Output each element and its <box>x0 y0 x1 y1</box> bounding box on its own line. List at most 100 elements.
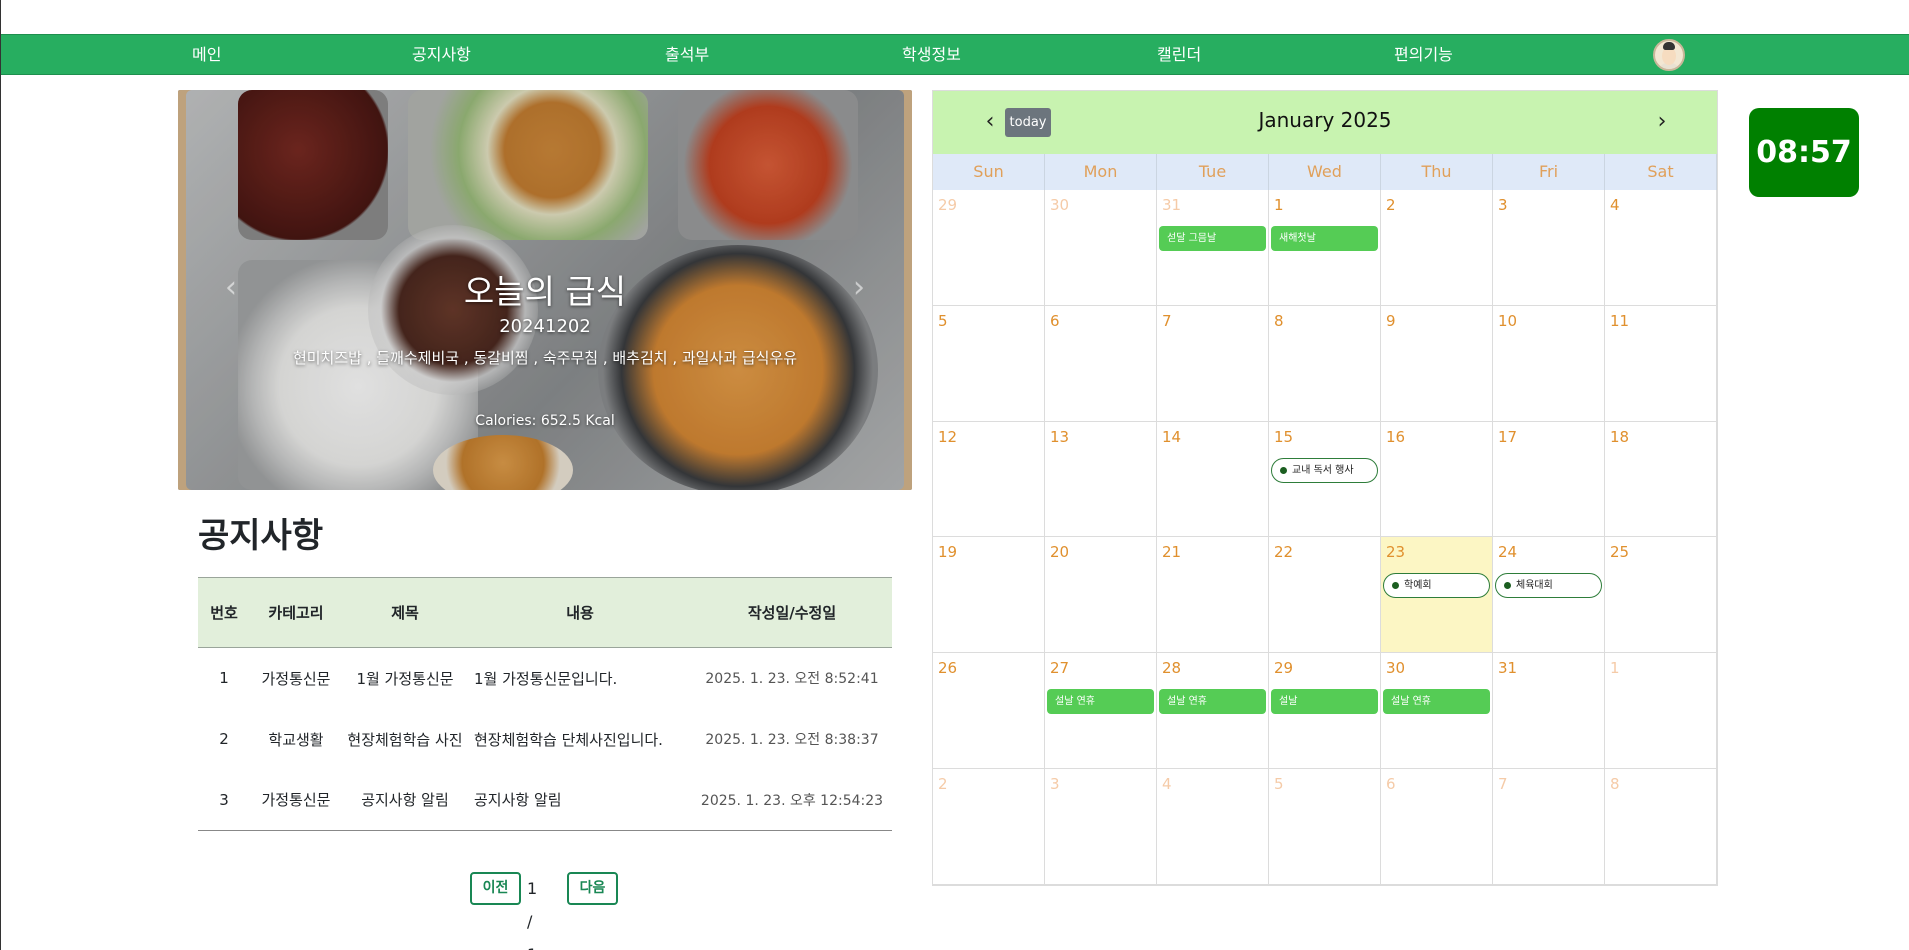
day-number[interactable]: 7 <box>1162 312 1172 330</box>
day-number[interactable]: 31 <box>1498 659 1517 677</box>
day-number[interactable]: 21 <box>1162 543 1181 561</box>
calendar-day-cell[interactable]: 17 <box>1493 421 1605 538</box>
day-number[interactable]: 4 <box>1162 775 1172 793</box>
day-number[interactable]: 5 <box>1274 775 1284 793</box>
next-page-button[interactable]: 다음 <box>567 872 618 905</box>
day-number[interactable]: 2 <box>938 775 948 793</box>
table-row[interactable]: 3 가정통신문 공지사항 알림 공지사항 알림 2025. 1. 23. 오후 … <box>198 769 892 831</box>
day-number[interactable]: 19 <box>938 543 957 561</box>
calendar-day-cell[interactable]: 8 <box>1605 769 1717 885</box>
day-number[interactable]: 17 <box>1498 428 1517 446</box>
calendar-day-cell[interactable]: 5 <box>933 305 1045 422</box>
day-number[interactable]: 1 <box>1610 659 1620 677</box>
calendar-event[interactable]: 체육대회 <box>1495 573 1602 599</box>
calendar-day-cell[interactable]: 2 <box>933 769 1045 885</box>
day-number[interactable]: 23 <box>1386 543 1405 561</box>
day-number[interactable]: 31 <box>1162 196 1181 214</box>
calendar-day-cell[interactable]: 6 <box>1381 769 1493 885</box>
calendar-day-cell[interactable]: 31 섣달 그믐날 <box>1157 190 1269 306</box>
calendar-day-cell[interactable]: 7 <box>1493 769 1605 885</box>
cell-subject[interactable]: 현장체험학습 사진 <box>342 709 468 770</box>
nav-item-calendar[interactable]: 캘린더 <box>1157 35 1201 76</box>
calendar-day-cell[interactable]: 11 <box>1605 305 1717 422</box>
nav-item-student-info[interactable]: 학생정보 <box>902 35 961 76</box>
cell-subject[interactable]: 공지사항 알림 <box>342 769 468 831</box>
calendar-day-cell[interactable]: 18 <box>1605 421 1717 538</box>
calendar-day-cell[interactable]: 1 새해첫날 <box>1269 190 1381 306</box>
day-number[interactable]: 1 <box>1274 196 1284 214</box>
calendar-day-cell[interactable]: 10 <box>1493 305 1605 422</box>
day-number[interactable]: 4 <box>1610 196 1620 214</box>
calendar-day-cell[interactable]: 26 <box>933 653 1045 769</box>
day-number[interactable]: 27 <box>1050 659 1069 677</box>
day-number[interactable]: 2 <box>1386 196 1396 214</box>
day-number[interactable]: 25 <box>1610 543 1629 561</box>
chevron-right-icon[interactable]: › <box>1649 109 1675 135</box>
calendar-event[interactable]: 설날 <box>1271 689 1378 715</box>
calendar-event[interactable]: 설날 연휴 <box>1159 689 1266 715</box>
day-number[interactable]: 7 <box>1498 775 1508 793</box>
day-number[interactable]: 6 <box>1050 312 1060 330</box>
day-number[interactable]: 5 <box>938 312 948 330</box>
calendar-event[interactable]: 교내 독서 행사 <box>1271 457 1378 483</box>
calendar-day-cell[interactable]: 4 <box>1157 769 1269 885</box>
calendar-day-cell[interactable]: 3 <box>1493 190 1605 306</box>
nav-item-main[interactable]: 메인 <box>192 35 221 76</box>
calendar-day-cell[interactable]: 31 <box>1493 653 1605 769</box>
calendar-day-cell[interactable]: 3 <box>1045 769 1157 885</box>
calendar-day-cell[interactable]: 4 <box>1605 190 1717 306</box>
calendar-day-cell[interactable]: 7 <box>1157 305 1269 422</box>
day-number[interactable]: 8 <box>1610 775 1620 793</box>
nav-item-attendance[interactable]: 출석부 <box>665 35 709 76</box>
calendar-event[interactable]: 학예회 <box>1383 573 1490 599</box>
day-number[interactable]: 3 <box>1498 196 1508 214</box>
calendar-day-cell[interactable]: 27 설날 연휴 <box>1045 653 1157 769</box>
calendar-day-cell[interactable]: 29 설날 <box>1269 653 1381 769</box>
day-number[interactable]: 20 <box>1050 543 1069 561</box>
day-number[interactable]: 8 <box>1274 312 1284 330</box>
calendar-event[interactable]: 설날 연휴 <box>1383 689 1490 715</box>
day-number[interactable]: 13 <box>1050 428 1069 446</box>
calendar-day-cell[interactable]: 6 <box>1045 305 1157 422</box>
day-number[interactable]: 16 <box>1386 428 1405 446</box>
day-number[interactable]: 11 <box>1610 312 1629 330</box>
calendar-day-cell[interactable]: 30 설날 연휴 <box>1381 653 1493 769</box>
day-number[interactable]: 15 <box>1274 428 1293 446</box>
calendar-day-cell[interactable]: 23 학예회 <box>1381 537 1493 654</box>
day-number[interactable]: 29 <box>1274 659 1293 677</box>
calendar-day-cell[interactable]: 15 교내 독서 행사 <box>1269 421 1381 538</box>
nav-item-utilities[interactable]: 편의기능 <box>1394 35 1453 76</box>
day-number[interactable]: 22 <box>1274 543 1293 561</box>
calendar-day-cell[interactable]: 14 <box>1157 421 1269 538</box>
day-number[interactable]: 29 <box>938 196 957 214</box>
calendar-day-cell[interactable]: 12 <box>933 421 1045 538</box>
day-number[interactable]: 6 <box>1386 775 1396 793</box>
calendar-day-cell[interactable]: 19 <box>933 537 1045 654</box>
day-number[interactable]: 10 <box>1498 312 1517 330</box>
day-number[interactable]: 30 <box>1050 196 1069 214</box>
cell-subject[interactable]: 1월 가정통신문 <box>342 648 468 709</box>
table-row[interactable]: 2 학교생활 현장체험학습 사진 현장체험학습 단체사진입니다. 2025. 1… <box>198 709 892 770</box>
calendar-day-cell[interactable]: 29 <box>933 190 1045 306</box>
calendar-day-cell[interactable]: 30 <box>1045 190 1157 306</box>
prev-page-button[interactable]: 이전 <box>470 872 521 905</box>
day-number[interactable]: 24 <box>1498 543 1517 561</box>
calendar-day-cell[interactable]: 28 설날 연휴 <box>1157 653 1269 769</box>
calendar-event[interactable]: 새해첫날 <box>1271 226 1378 251</box>
calendar-day-cell[interactable]: 21 <box>1157 537 1269 654</box>
calendar-day-cell[interactable]: 24 체육대회 <box>1493 537 1605 654</box>
day-number[interactable]: 30 <box>1386 659 1405 677</box>
day-number[interactable]: 26 <box>938 659 957 677</box>
chevron-left-icon[interactable]: ‹ <box>218 268 244 308</box>
day-number[interactable]: 3 <box>1050 775 1060 793</box>
calendar-day-cell[interactable]: 22 <box>1269 537 1381 654</box>
calendar-day-cell[interactable]: 5 <box>1269 769 1381 885</box>
calendar-day-cell[interactable]: 1 <box>1605 653 1717 769</box>
calendar-day-cell[interactable]: 20 <box>1045 537 1157 654</box>
day-number[interactable]: 12 <box>938 428 957 446</box>
calendar-event[interactable]: 섣달 그믐날 <box>1159 226 1266 251</box>
calendar-day-cell[interactable]: 16 <box>1381 421 1493 538</box>
chevron-right-icon[interactable]: › <box>846 268 872 308</box>
nav-item-notice[interactable]: 공지사항 <box>412 35 471 76</box>
calendar-day-cell[interactable]: 25 <box>1605 537 1717 654</box>
